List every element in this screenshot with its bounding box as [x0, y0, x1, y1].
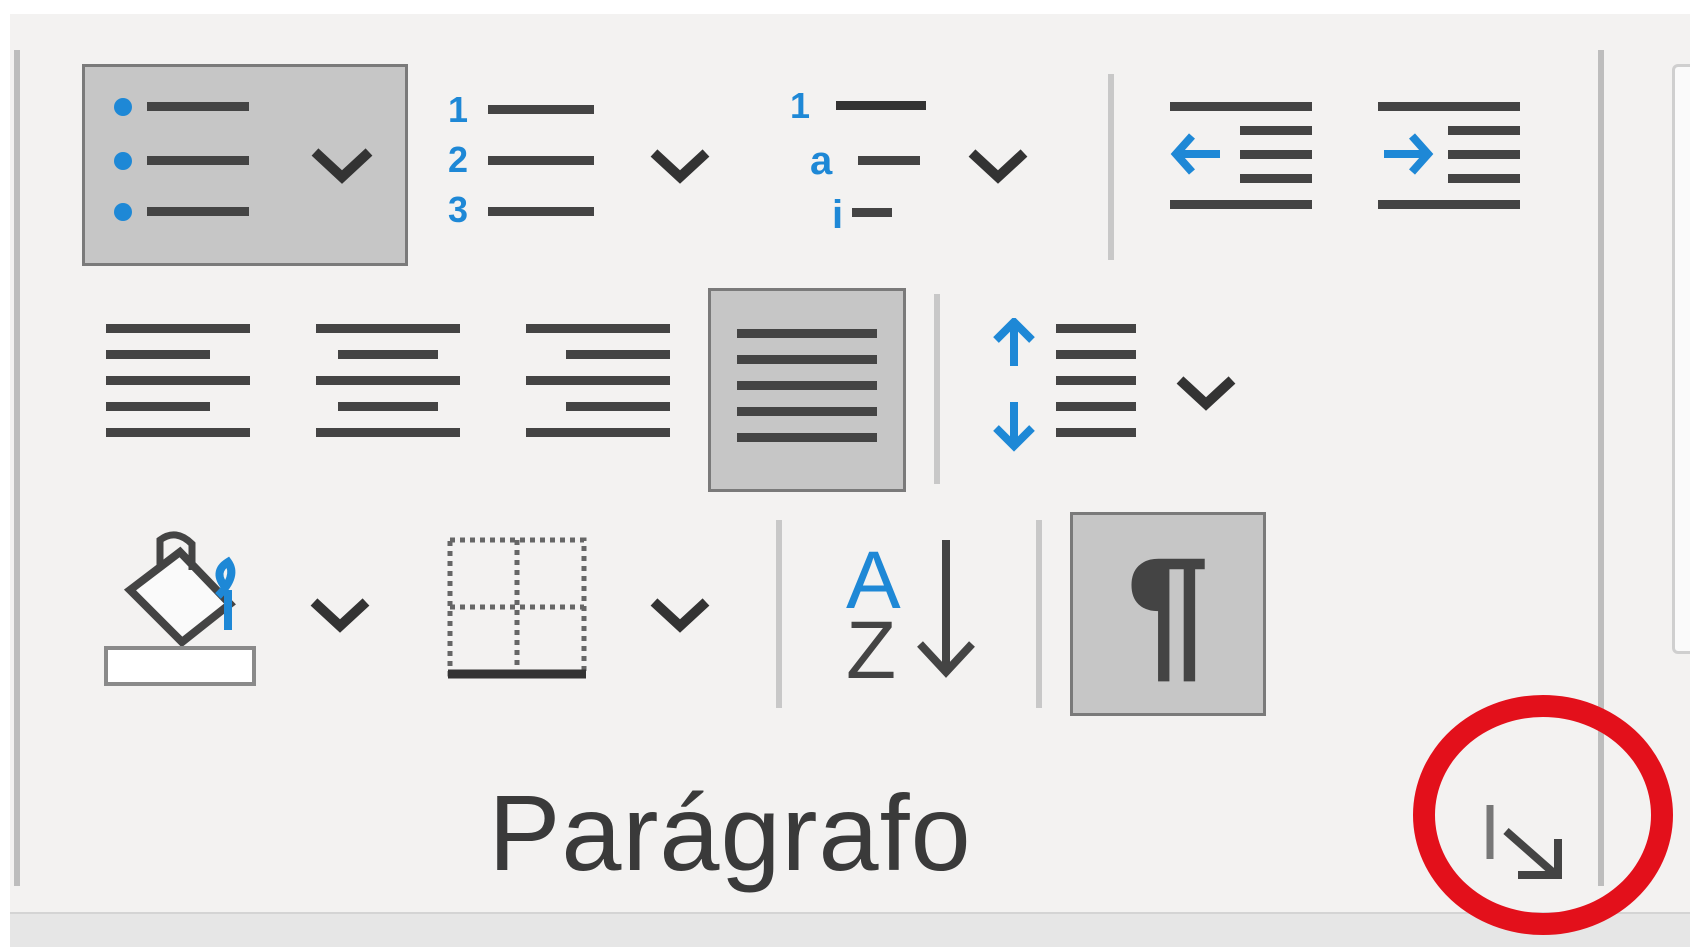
svg-text:2: 2	[448, 139, 468, 180]
decrease-indent-button[interactable]	[1168, 92, 1314, 222]
multilevel-list-icon: 1 a i	[790, 85, 926, 237]
shading-dropdown-chevron-icon[interactable]	[310, 594, 370, 634]
bullets-button[interactable]	[82, 64, 408, 266]
bullets-dropdown-chevron-icon[interactable]	[85, 67, 405, 263]
sort-az-icon: A Z	[846, 535, 975, 684]
align-left-button[interactable]	[104, 320, 254, 446]
show-formatting-marks-button[interactable]: ¶	[1070, 512, 1266, 716]
align-right-button[interactable]	[524, 320, 674, 446]
justify-button[interactable]	[708, 288, 906, 492]
svg-text:a: a	[810, 139, 833, 183]
decrease-indent-icon	[1170, 102, 1312, 209]
increase-indent-icon	[1378, 102, 1520, 209]
group-label: Parágrafo	[488, 772, 972, 893]
separator	[1108, 74, 1114, 260]
align-right-icon	[526, 324, 670, 437]
group-divider-left	[14, 50, 20, 886]
justify-icon	[737, 329, 877, 442]
ribbon-bottom-edge	[10, 912, 1690, 947]
align-center-icon	[316, 324, 460, 437]
next-group-edge	[1672, 64, 1690, 654]
sort-letter-z: Z	[846, 605, 896, 684]
line-spacing-button[interactable]	[990, 318, 1140, 452]
increase-indent-button[interactable]	[1376, 92, 1522, 222]
svg-text:i: i	[832, 193, 843, 237]
line-spacing-icon	[993, 318, 1136, 452]
separator	[1036, 520, 1042, 708]
multilevel-list-dropdown-chevron-icon[interactable]	[968, 145, 1028, 185]
multilevel-list-button[interactable]: 1 a i	[780, 78, 930, 238]
svg-text:3: 3	[448, 189, 468, 230]
pilcrow-icon: ¶	[1126, 526, 1210, 694]
separator	[934, 294, 940, 484]
separator	[776, 520, 782, 708]
borders-button[interactable]	[444, 534, 590, 682]
borders-dropdown-chevron-icon[interactable]	[650, 594, 710, 634]
svg-text:1: 1	[790, 85, 810, 126]
highlight-circle-annotation	[1413, 695, 1673, 935]
numbering-icon: 1 2 3	[448, 89, 594, 230]
numbering-button[interactable]: 1 2 3	[438, 80, 618, 240]
sort-button[interactable]: A Z	[836, 534, 986, 684]
align-left-icon	[106, 324, 250, 437]
svg-text:1: 1	[448, 89, 468, 130]
paint-bucket-icon	[104, 531, 256, 686]
align-center-button[interactable]	[314, 320, 464, 446]
shading-button[interactable]	[100, 530, 260, 690]
borders-icon	[447, 537, 587, 679]
numbering-dropdown-chevron-icon[interactable]	[650, 145, 710, 185]
line-spacing-dropdown-chevron-icon[interactable]	[1176, 372, 1236, 412]
